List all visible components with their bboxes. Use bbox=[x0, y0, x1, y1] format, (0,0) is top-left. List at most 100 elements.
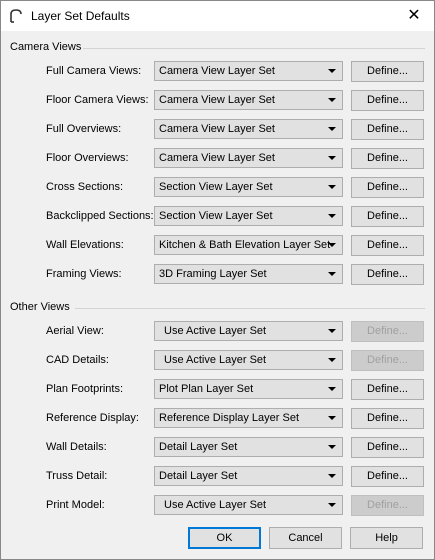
wall-elevations-define-button[interactable]: Define... bbox=[351, 235, 424, 256]
full-overviews-label: Full Overviews: bbox=[46, 123, 122, 135]
cross-sections-define-button[interactable]: Define... bbox=[351, 177, 424, 198]
camera-views-heading: Camera Views bbox=[10, 41, 82, 53]
app-logo-icon bbox=[10, 9, 22, 23]
wall-elevations-layer-set-select[interactable]: Kitchen & Bath Elevation Layer Set bbox=[154, 235, 343, 255]
truss-detail-selected-value: Detail Layer Set bbox=[159, 470, 238, 482]
truss-detail-label: Truss Detail: bbox=[46, 470, 108, 482]
plan-footprints-selected-value: Plot Plan Layer Set bbox=[159, 383, 254, 395]
cad-details-define-button: Define... bbox=[351, 350, 424, 371]
chevron-down-icon bbox=[328, 387, 336, 391]
window-title: Layer Set Defaults bbox=[31, 9, 130, 23]
plan-footprints-define-button[interactable]: Define... bbox=[351, 379, 424, 400]
reference-display-selected-value: Reference Display Layer Set bbox=[159, 412, 300, 424]
row-wall-elevations: Wall Elevations: Kitchen & Bath Elevation… bbox=[1, 235, 434, 257]
chevron-down-icon bbox=[328, 503, 336, 507]
full-camera-views-layer-set-select[interactable]: Camera View Layer Set bbox=[154, 61, 343, 81]
chevron-down-icon bbox=[328, 69, 336, 73]
row-full-camera-views: Full Camera Views: Camera View Layer Set D… bbox=[1, 61, 434, 83]
wall-elevations-selected-value: Kitchen & Bath Elevation Layer Set bbox=[159, 239, 331, 251]
aerial-view-label: Aerial View: bbox=[46, 325, 104, 337]
row-floor-overviews: Floor Overviews: Camera View Layer Set Def… bbox=[1, 148, 434, 170]
wall-details-layer-set-select[interactable]: Detail Layer Set bbox=[154, 437, 343, 457]
cross-sections-selected-value: Section View Layer Set bbox=[159, 181, 273, 193]
reference-display-layer-set-select[interactable]: Reference Display Layer Set bbox=[154, 408, 343, 428]
cad-details-layer-set-select[interactable]: Use Active Layer Set bbox=[154, 350, 343, 370]
other-views-divider bbox=[75, 308, 425, 309]
truss-detail-layer-set-select[interactable]: Detail Layer Set bbox=[154, 466, 343, 486]
plan-footprints-label: Plan Footprints: bbox=[46, 383, 124, 395]
reference-display-define-button[interactable]: Define... bbox=[351, 408, 424, 429]
row-cross-sections: Cross Sections: Section View Layer Set Def… bbox=[1, 177, 434, 199]
print-model-selected-value: Use Active Layer Set bbox=[164, 499, 267, 511]
chevron-down-icon bbox=[328, 445, 336, 449]
full-overviews-layer-set-select[interactable]: Camera View Layer Set bbox=[154, 119, 343, 139]
row-framing-views: Framing Views: 3D Framing Layer Set Define… bbox=[1, 264, 434, 286]
floor-camera-views-layer-set-select[interactable]: Camera View Layer Set bbox=[154, 90, 343, 110]
chevron-down-icon bbox=[328, 243, 336, 247]
backclipped-sections-label: Backclipped Sections: bbox=[46, 210, 154, 222]
cancel-button[interactable]: Cancel bbox=[269, 527, 342, 549]
cross-sections-layer-set-select[interactable]: Section View Layer Set bbox=[154, 177, 343, 197]
chevron-down-icon bbox=[328, 98, 336, 102]
cross-sections-label: Cross Sections: bbox=[46, 181, 124, 193]
ok-button[interactable]: OK bbox=[188, 527, 261, 549]
row-wall-details: Wall Details: Detail Layer Set Define... bbox=[1, 437, 434, 459]
close-button[interactable]: ✕ bbox=[394, 1, 434, 31]
framing-views-layer-set-select[interactable]: 3D Framing Layer Set bbox=[154, 264, 343, 284]
chevron-down-icon bbox=[328, 416, 336, 420]
aerial-view-selected-value: Use Active Layer Set bbox=[164, 325, 267, 337]
wall-details-define-button[interactable]: Define... bbox=[351, 437, 424, 458]
print-model-define-button: Define... bbox=[351, 495, 424, 516]
aerial-view-define-button: Define... bbox=[351, 321, 424, 342]
help-button[interactable]: Help bbox=[350, 527, 423, 549]
full-overviews-define-button[interactable]: Define... bbox=[351, 119, 424, 140]
chevron-down-icon bbox=[328, 272, 336, 276]
full-camera-views-label: Full Camera Views: bbox=[46, 65, 142, 77]
row-cad-details: CAD Details: Use Active Layer Set Define..… bbox=[1, 350, 434, 372]
cad-details-label: CAD Details: bbox=[46, 354, 109, 366]
floor-overviews-selected-value: Camera View Layer Set bbox=[159, 152, 275, 164]
chevron-down-icon bbox=[328, 329, 336, 333]
print-model-layer-set-select[interactable]: Use Active Layer Set bbox=[154, 495, 343, 515]
row-backclipped-sections: Backclipped Sections: Section View Layer … bbox=[1, 206, 434, 228]
backclipped-sections-define-button[interactable]: Define... bbox=[351, 206, 424, 227]
row-plan-footprints: Plan Footprints: Plot Plan Layer Set Defin… bbox=[1, 379, 434, 401]
floor-overviews-label: Floor Overviews: bbox=[46, 152, 129, 164]
framing-views-selected-value: 3D Framing Layer Set bbox=[159, 268, 267, 280]
floor-camera-views-define-button[interactable]: Define... bbox=[351, 90, 424, 111]
reference-display-label: Reference Display: bbox=[46, 412, 139, 424]
aerial-view-layer-set-select[interactable]: Use Active Layer Set bbox=[154, 321, 343, 341]
row-aerial-view: Aerial View: Use Active Layer Set Define..… bbox=[1, 321, 434, 343]
full-camera-views-define-button[interactable]: Define... bbox=[351, 61, 424, 82]
chevron-down-icon bbox=[328, 214, 336, 218]
row-floor-camera-views: Floor Camera Views: Camera View Layer Set… bbox=[1, 90, 434, 112]
full-camera-views-selected-value: Camera View Layer Set bbox=[159, 65, 275, 77]
wall-details-selected-value: Detail Layer Set bbox=[159, 441, 238, 453]
chevron-down-icon bbox=[328, 185, 336, 189]
title-bar: Layer Set Defaults ✕ bbox=[1, 1, 434, 31]
row-reference-display: Reference Display: Reference Display Laye… bbox=[1, 408, 434, 430]
chevron-down-icon bbox=[328, 474, 336, 478]
floor-overviews-layer-set-select[interactable]: Camera View Layer Set bbox=[154, 148, 343, 168]
floor-camera-views-label: Floor Camera Views: bbox=[46, 94, 149, 106]
truss-detail-define-button[interactable]: Define... bbox=[351, 466, 424, 487]
wall-details-label: Wall Details: bbox=[46, 441, 107, 453]
wall-elevations-label: Wall Elevations: bbox=[46, 239, 124, 251]
floor-camera-views-selected-value: Camera View Layer Set bbox=[159, 94, 275, 106]
other-views-heading: Other Views bbox=[10, 301, 70, 313]
backclipped-sections-selected-value: Section View Layer Set bbox=[159, 210, 273, 222]
chevron-down-icon bbox=[328, 127, 336, 131]
cad-details-selected-value: Use Active Layer Set bbox=[164, 354, 267, 366]
row-full-overviews: Full Overviews: Camera View Layer Set Defi… bbox=[1, 119, 434, 141]
camera-views-divider bbox=[83, 48, 425, 49]
backclipped-sections-layer-set-select[interactable]: Section View Layer Set bbox=[154, 206, 343, 226]
full-overviews-selected-value: Camera View Layer Set bbox=[159, 123, 275, 135]
layer-set-defaults-dialog: Layer Set Defaults ✕ Camera Views Full C… bbox=[0, 0, 435, 560]
row-print-model: Print Model: Use Active Layer Set Define..… bbox=[1, 495, 434, 517]
print-model-label: Print Model: bbox=[46, 499, 105, 511]
framing-views-label: Framing Views: bbox=[46, 268, 122, 280]
plan-footprints-layer-set-select[interactable]: Plot Plan Layer Set bbox=[154, 379, 343, 399]
framing-views-define-button[interactable]: Define... bbox=[351, 264, 424, 285]
chevron-down-icon bbox=[328, 156, 336, 160]
floor-overviews-define-button[interactable]: Define... bbox=[351, 148, 424, 169]
